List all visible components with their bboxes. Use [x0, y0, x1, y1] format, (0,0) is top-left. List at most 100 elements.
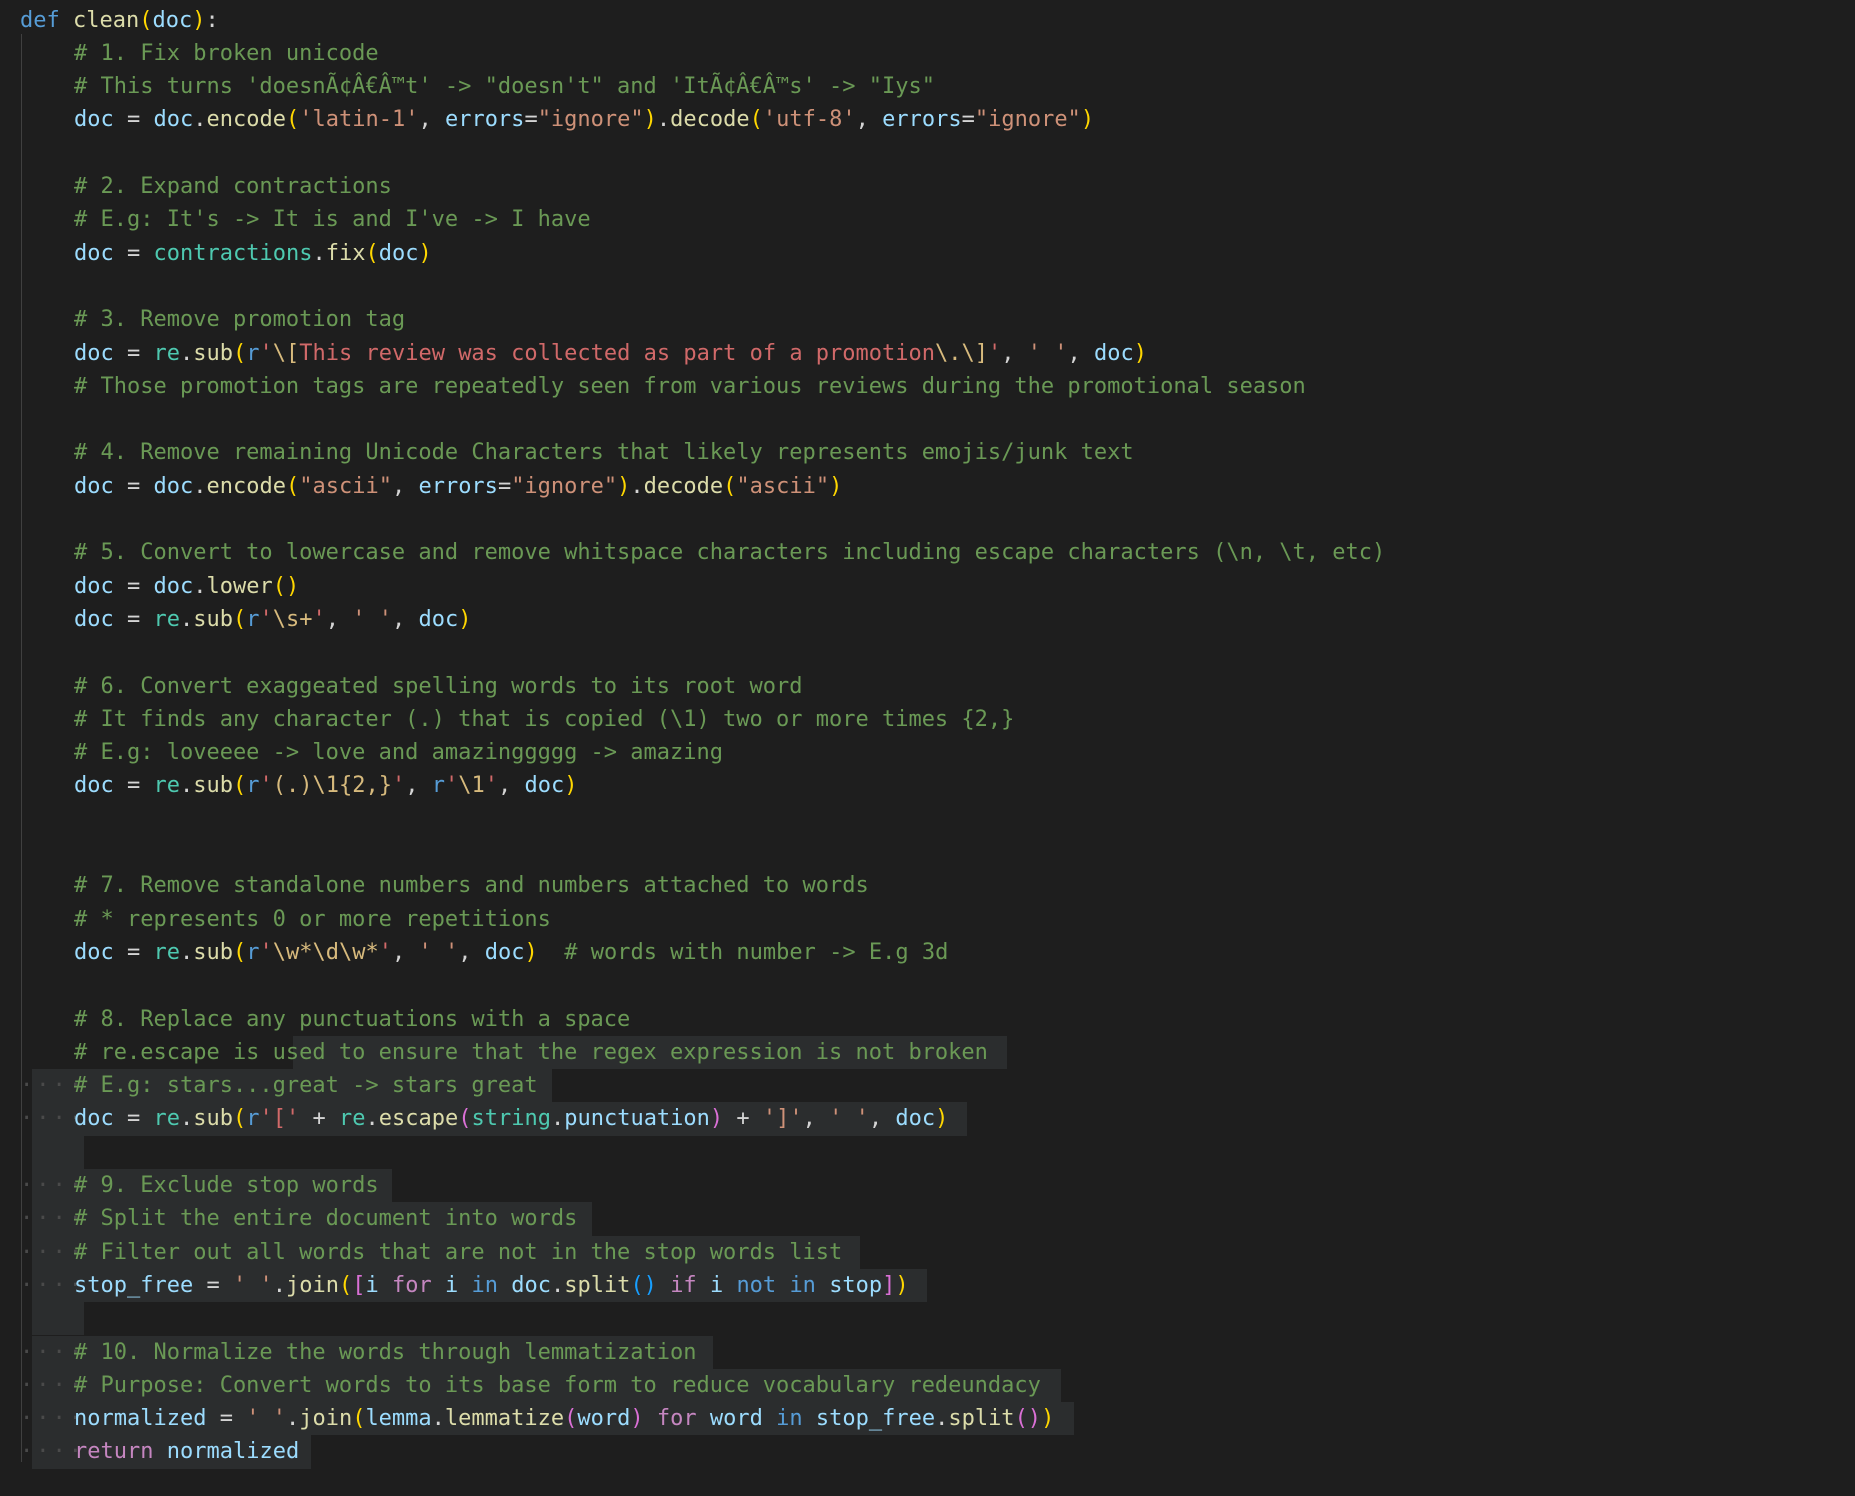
code-token: (	[338, 1272, 353, 1298]
code-line[interactable]: ···· doc = re.sub(r'[' + re.escape(string…	[0, 1102, 1855, 1136]
code-token: doc	[74, 573, 114, 599]
code-text: doc = doc.encode("ascii", errors="ignore…	[74, 470, 842, 503]
code-token: =	[113, 340, 154, 366]
code-token: join	[285, 1272, 339, 1298]
code-line[interactable]: # 7. Remove standalone numbers and numbe…	[0, 869, 1855, 902]
code-line[interactable]: ···· return normalized	[0, 1435, 1855, 1469]
code-token: =	[193, 1272, 233, 1298]
code-token: "ignore"	[537, 107, 644, 133]
code-line[interactable]: # 3. Remove promotion tag	[0, 303, 1855, 336]
code-text: # It finds any character (.) that is cop…	[74, 703, 1014, 736]
code-token: i	[365, 1272, 379, 1298]
code-token: {2,}	[339, 773, 392, 799]
code-token: sub	[193, 340, 233, 366]
code-token: "ascii"	[299, 473, 392, 499]
code-text: doc = contractions.fix(doc)	[74, 237, 432, 270]
code-token: for	[656, 1406, 697, 1432]
code-line[interactable]: ···· # E.g: stars...great -> stars great	[0, 1069, 1855, 1103]
code-token: doc	[152, 7, 193, 33]
code-token: "ignore"	[511, 473, 618, 499]
code-line[interactable]: # 4. Remove remaining Unicode Characters…	[0, 436, 1855, 469]
code-token: sub	[193, 606, 233, 632]
code-line[interactable]	[0, 403, 1855, 436]
code-token: '	[259, 773, 273, 799]
code-line[interactable]	[0, 1302, 1855, 1336]
code-line[interactable]: ···· # Purpose: Convert words to its base…	[0, 1368, 1855, 1403]
code-token: .	[656, 107, 671, 133]
code-line[interactable]: ···· # Filter out all words that are not …	[0, 1235, 1855, 1269]
code-line[interactable]: ···· normalized = ' '.join(lemma.lemmatiz…	[0, 1402, 1855, 1436]
code-line[interactable]: def clean(doc):	[0, 4, 1855, 37]
code-line[interactable]: doc = doc.encode("ascii", errors="ignore…	[0, 470, 1855, 503]
code-line[interactable]	[0, 503, 1855, 536]
code-line[interactable]: # 8. Replace any punctuations with a spa…	[0, 1003, 1855, 1036]
code-line[interactable]	[0, 270, 1855, 303]
code-token: ' '	[829, 1106, 869, 1132]
code-line[interactable]: # 5. Convert to lowercase and remove whi…	[0, 536, 1855, 569]
code-line[interactable]	[0, 836, 1855, 869]
code-token: lower	[206, 573, 273, 599]
code-line[interactable]: ···· # 9. Exclude stop words	[0, 1169, 1855, 1203]
code-token: lemma	[365, 1406, 432, 1432]
code-editor[interactable]: def clean(doc): # 1. Fix broken unicode # …	[0, 0, 1855, 1496]
code-line[interactable]	[0, 137, 1855, 170]
code-line[interactable]: # 6. Convert exaggeated spelling words t…	[0, 670, 1855, 703]
code-text: # 2. Expand contractions	[74, 170, 392, 203]
code-text: # * represents 0 or more repetitions	[74, 903, 551, 936]
code-token: doc	[74, 240, 114, 266]
code-token: .	[630, 473, 644, 499]
code-token: # 3. Remove promotion tag	[74, 307, 406, 333]
code-token: ()	[1014, 1406, 1042, 1432]
code-line[interactable]: # This turns 'doesnÃ¢Â€Â™t' -> "doesn't"…	[0, 70, 1855, 103]
code-line[interactable]: doc = re.sub(r'(.)\1{2,}', r'\1', doc)	[0, 769, 1855, 802]
code-line[interactable]	[0, 636, 1855, 669]
code-token: (	[723, 473, 737, 499]
code-text: stop_free = ' '.join([i for i in doc.spl…	[74, 1269, 909, 1302]
code-line[interactable]: # E.g: It's -> It is and I've -> I have	[0, 203, 1855, 236]
code-token: doc	[74, 340, 114, 366]
code-token: .	[312, 240, 326, 266]
code-line[interactable]: # re.escape is used to ensure that the r…	[0, 1035, 1855, 1070]
code-line[interactable]: # E.g: loveeee -> love and amazinggggg -…	[0, 736, 1855, 769]
code-token: )	[630, 1406, 644, 1432]
code-line[interactable]: doc = re.sub(r'\[This review was collect…	[0, 337, 1855, 370]
code-line[interactable]: ···· stop_free = ' '.join([i for i in doc…	[0, 1268, 1855, 1303]
code-token: errors	[444, 107, 525, 133]
code-line[interactable]: # It finds any character (.) that is cop…	[0, 703, 1855, 736]
code-line[interactable]: doc = contractions.fix(doc)	[0, 237, 1855, 270]
code-line[interactable]: # * represents 0 or more repetitions	[0, 903, 1855, 936]
code-token: # E.g: It's -> It is and I've -> I have	[74, 207, 591, 233]
code-token: # 5. Convert to lowercase and remove whi…	[74, 540, 1386, 566]
code-token: join	[299, 1406, 353, 1432]
code-token: doc	[74, 939, 114, 965]
code-token: .	[180, 1106, 194, 1132]
code-token: # 10. Normalize the words through lemmat…	[74, 1339, 697, 1365]
code-text: # 10. Normalize the words through lemmat…	[74, 1336, 697, 1369]
code-line[interactable]: doc = re.sub(r'\w*\d\w*', ' ', doc) # wo…	[0, 936, 1855, 969]
code-token: doc	[153, 473, 194, 499]
code-line[interactable]	[0, 1135, 1855, 1169]
code-token: :	[205, 7, 219, 33]
code-text: return normalized	[74, 1435, 299, 1468]
code-line[interactable]	[0, 803, 1855, 836]
code-token: r	[246, 606, 260, 632]
code-line[interactable]: # 2. Expand contractions	[0, 170, 1855, 203]
code-token: doc	[1094, 340, 1134, 366]
code-line[interactable]: # 1. Fix broken unicode	[0, 37, 1855, 70]
code-token: 'utf-8'	[762, 107, 856, 133]
code-token: ,	[391, 473, 419, 499]
code-token: ,	[392, 606, 419, 632]
code-line[interactable]: # Those promotion tags are repeatedly se…	[0, 370, 1855, 403]
code-line[interactable]: ···· # 10. Normalize the words through le…	[0, 1335, 1855, 1369]
code-line[interactable]: ···· # Split the entire document into wor…	[0, 1202, 1855, 1236]
code-line[interactable]	[0, 969, 1855, 1002]
code-line[interactable]: doc = doc.lower()	[0, 570, 1855, 603]
code-token: ,	[418, 107, 445, 133]
code-line[interactable]: doc = doc.encode('latin-1', errors="igno…	[0, 103, 1855, 136]
code-token: re	[153, 606, 181, 632]
code-line[interactable]: doc = re.sub(r'\s+', ' ', doc)	[0, 603, 1855, 636]
